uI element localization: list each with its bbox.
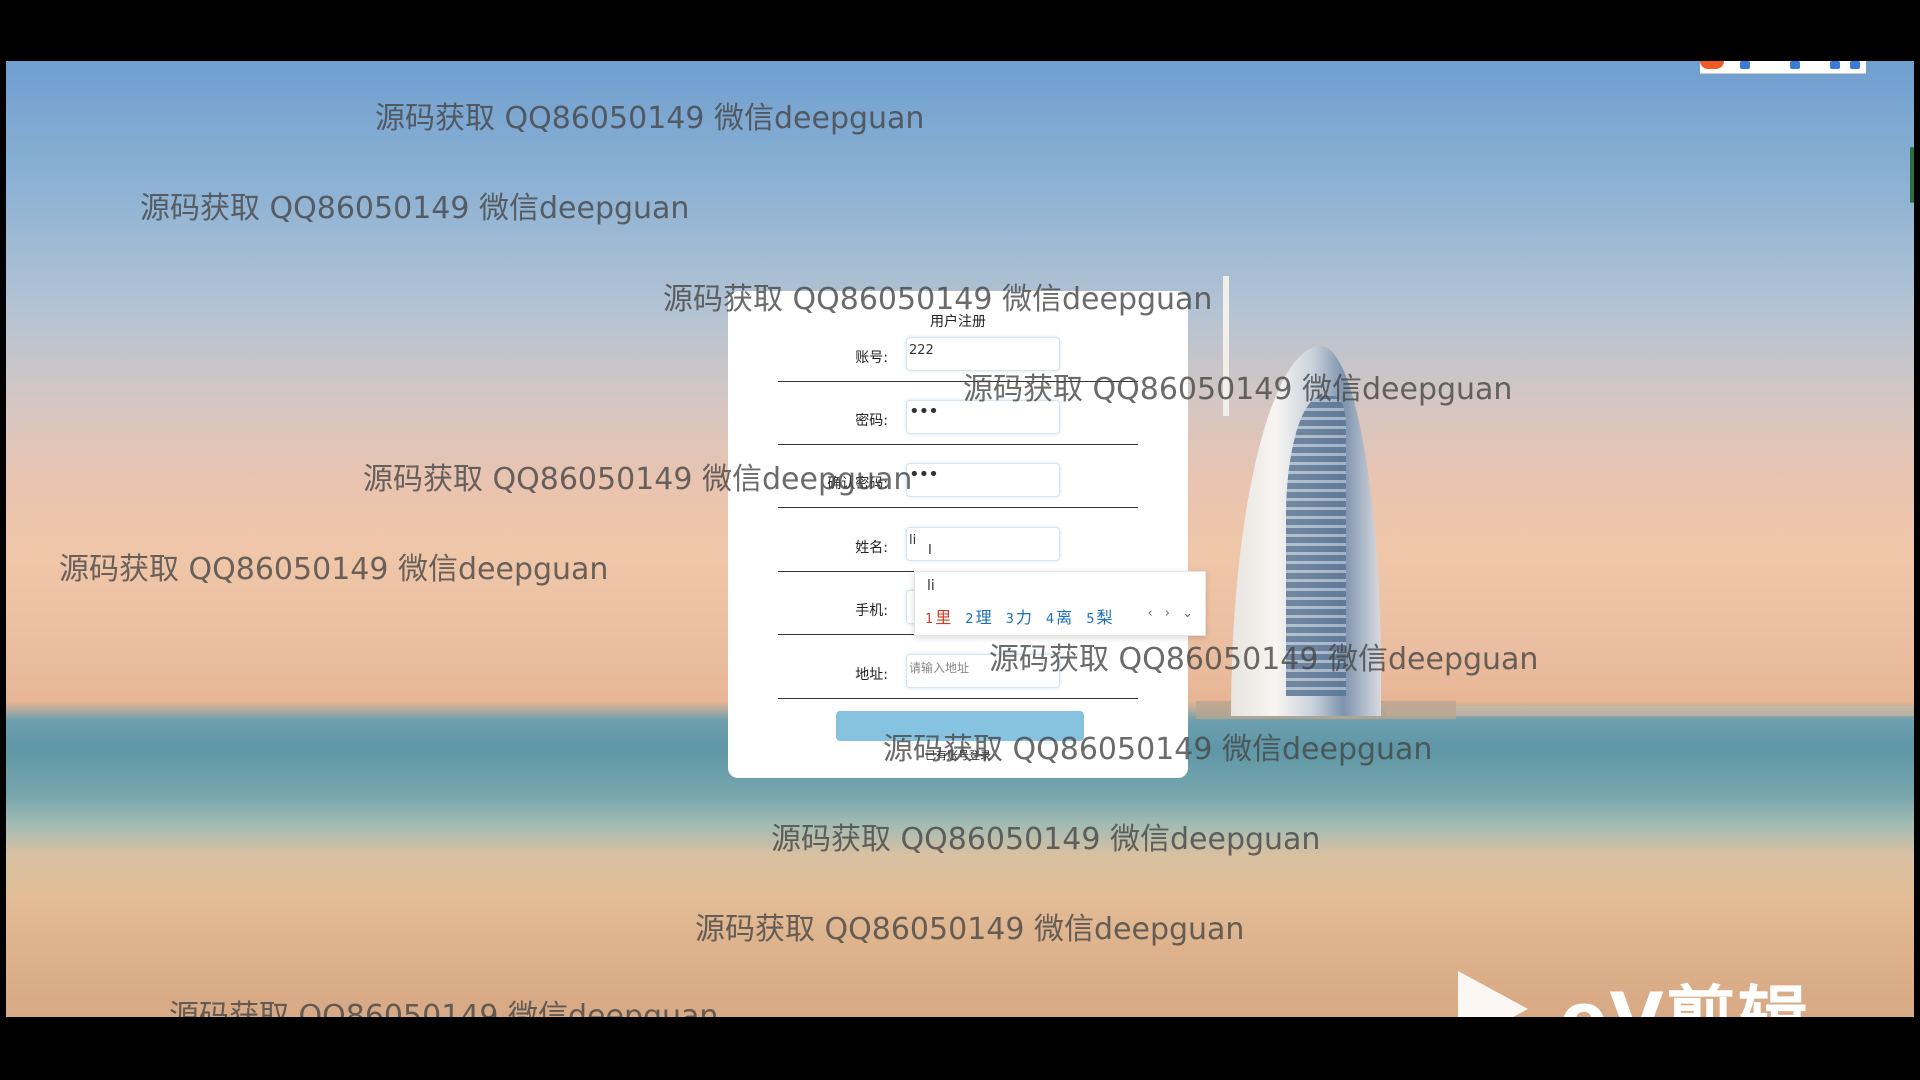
watermark: 源码获取 QQ86050149 微信deepguan — [663, 282, 1213, 317]
watermark: 源码获取 QQ86050149 微信deepguan — [989, 642, 1539, 677]
address-placeholder: 请输入地址 — [909, 661, 970, 675]
watermark: 源码获取 QQ86050149 微信deepguan — [140, 191, 690, 226]
scrollbar[interactable] — [1910, 147, 1914, 203]
toolbar-icon[interactable] — [1740, 61, 1750, 69]
watermark: 源码获取 QQ86050149 微信deepguan — [169, 999, 719, 1017]
ev-editor-logo: eV剪辑 — [1458, 963, 1828, 1017]
ime-candidate[interactable]: 2理 — [965, 604, 991, 628]
toolbar-icon[interactable] — [1790, 61, 1800, 69]
watermark: 源码获取 QQ86050149 微信deepguan — [375, 101, 925, 136]
ime-candidate[interactable]: 5梨 — [1086, 604, 1112, 628]
play-icon — [1458, 971, 1528, 1017]
watermark: 源码获取 QQ86050149 微信deepguan — [883, 732, 1433, 767]
watermark: 源码获取 QQ86050149 微信deepguan — [963, 372, 1513, 407]
name-label: 姓名: — [855, 540, 888, 556]
ime-candidate-window: li 1里 2理 3力 4离 5梨 ‹ › ⌄ — [914, 571, 1206, 636]
browser-logo-icon — [1700, 61, 1724, 69]
ime-candidate[interactable]: 3力 — [1006, 604, 1032, 628]
ime-composition: li — [927, 578, 935, 594]
name-row: 姓名: li I — [778, 519, 1138, 572]
phone-label: 手机: — [855, 603, 888, 619]
password-label: 密码: — [855, 413, 888, 429]
toolbar-icon[interactable] — [1850, 61, 1860, 69]
confirm-password-input[interactable]: ••• — [906, 463, 1060, 497]
watermark: 源码获取 QQ86050149 微信deepguan — [695, 912, 1245, 947]
address-label: 地址: — [855, 667, 888, 683]
browser-toolbar — [1700, 61, 1866, 74]
watermark: 源码获取 QQ86050149 微信deepguan — [771, 822, 1321, 857]
watermark: 源码获取 QQ86050149 微信deepguan — [363, 462, 913, 497]
ime-page-nav-icon[interactable]: ‹ › ⌄ — [1147, 606, 1197, 621]
name-input-value: li — [909, 533, 917, 548]
ev-logo-text: eV剪辑 — [1560, 963, 1810, 1017]
ime-candidate[interactable]: 1里 — [925, 604, 951, 628]
watermark: 源码获取 QQ86050149 微信deepguan — [59, 552, 609, 587]
shoreline — [1386, 706, 1914, 716]
ime-candidate[interactable]: 4离 — [1046, 604, 1072, 628]
ime-candidate-list: 1里 2理 3力 4离 5梨 — [925, 604, 1112, 628]
account-label: 账号: — [855, 350, 888, 366]
toolbar-icon[interactable] — [1830, 61, 1840, 69]
screen: 用户注册 账号: 222 密码: ••• 确认密码: ••• 姓名: li I … — [6, 61, 1914, 1017]
name-input[interactable]: li I — [906, 527, 1060, 561]
text-cursor-icon: I — [928, 543, 932, 558]
